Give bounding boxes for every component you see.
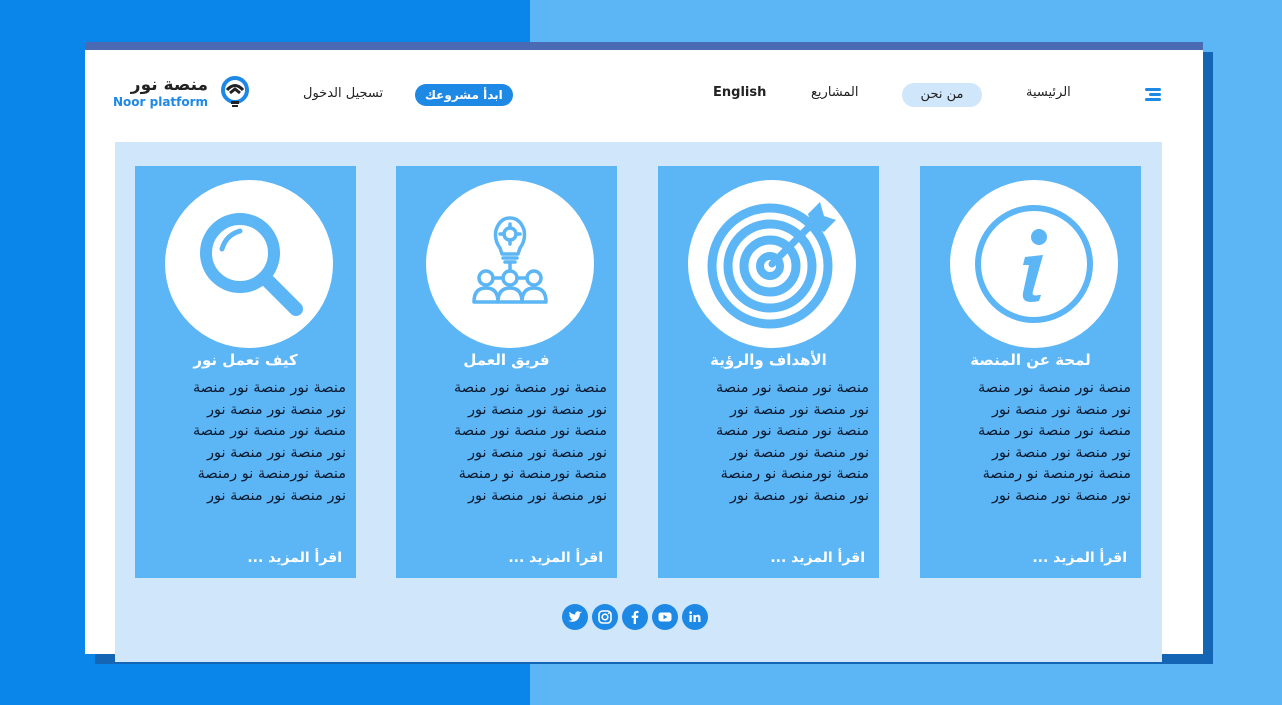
card-body: منصة نور منصة نور منصة نور منصة نور منصة… — [930, 378, 1131, 508]
card-body-line: منصة نورمنصة نو رمنصة — [982, 466, 1131, 483]
read-more-link[interactable]: اقرأ المزيد ... — [508, 550, 603, 566]
instagram-icon[interactable] — [592, 604, 618, 630]
card-body-line: نور منصة نور منصة نور — [729, 444, 869, 461]
card-body-line: منصة نور منصة نور منصة — [454, 380, 607, 396]
card-body-line: نور منصة نور منصة نور — [991, 487, 1131, 504]
card-body-line: نور منصة نور منصة نور — [467, 444, 607, 461]
nav-projects[interactable]: المشاريع — [811, 85, 858, 100]
card-body-line: نور منصة نور منصة نور — [206, 487, 346, 504]
start-project-button[interactable]: ابدأ مشروعك — [415, 84, 513, 106]
bulb-logo-icon — [221, 76, 250, 107]
card-body: منصة نور منصة نور منصة نور منصة نور منصة… — [668, 378, 869, 508]
card-body-line: منصة نور منصة نور منصة — [978, 380, 1131, 396]
card-body-line: منصة نور منصة نور منصة — [716, 380, 869, 396]
login-link[interactable]: تسجيل الدخول — [303, 86, 383, 101]
header: منصة نور Noor platform تسجيل الدخول ابدأ… — [85, 50, 1203, 142]
card-about-platform: لمحة عن المنصة منصة نور منصة نور منصة نو… — [920, 166, 1141, 578]
menu-icon[interactable] — [1145, 88, 1161, 102]
linkedin-icon[interactable] — [682, 604, 708, 630]
logo-name-en: Noor platform — [113, 94, 209, 109]
card-title: فريق العمل — [463, 351, 550, 369]
card-body-line: نور منصة نور منصة نور — [206, 444, 346, 461]
card-body-line: منصة نور منصة نور منصة — [193, 380, 346, 396]
card-icon-circle — [950, 180, 1118, 348]
card-team: فريق العمل منصة نور منصة نور منصة نور من… — [396, 166, 617, 578]
card-body-line: نور منصة نور منصة نور — [467, 401, 607, 418]
info-icon — [975, 205, 1093, 323]
logo[interactable]: منصة نور Noor platform — [113, 72, 252, 112]
read-more-link[interactable]: اقرأ المزيد ... — [1032, 550, 1127, 566]
card-icon-circle — [426, 180, 594, 348]
card-goals-vision: الأهداف والرؤية منصة نور منصة نور منصة ن… — [658, 166, 879, 578]
target-icon — [707, 202, 836, 329]
card-body-line: منصة نور منصة نور منصة — [716, 423, 869, 440]
card-body-line: منصة نورمنصة نو رمنصة — [458, 466, 607, 483]
card-body-line: نور منصة نور منصة نور — [991, 444, 1131, 461]
card-body-line: منصة نور منصة نور منصة — [193, 423, 346, 440]
search-icon — [200, 213, 303, 316]
read-more-link[interactable]: اقرأ المزيد ... — [770, 550, 865, 566]
card-body-line: نور منصة نور منصة نور — [206, 401, 346, 418]
card-body: منصة نور منصة نور منصة نور منصة نور منصة… — [145, 378, 346, 508]
card-how-it-works: كيف تعمل نور منصة نور منصة نور منصة نور … — [135, 166, 356, 578]
card-body-line: منصة نور منصة نور منصة — [978, 423, 1131, 440]
card-body-line: نور منصة نور منصة نور — [729, 401, 869, 418]
card-body-line: نور منصة نور منصة نور — [467, 487, 607, 504]
card-icon-circle — [165, 180, 333, 348]
card-body-line: نور منصة نور منصة نور — [991, 401, 1131, 418]
twitter-icon[interactable] — [562, 604, 588, 630]
content-panel: كيف تعمل نور منصة نور منصة نور منصة نور … — [115, 142, 1162, 662]
nav-english[interactable]: English — [713, 85, 766, 100]
read-more-link[interactable]: اقرأ المزيد ... — [247, 550, 342, 566]
card-body-line: منصة نورمنصة نو رمنصة — [197, 466, 346, 483]
browser-frame: منصة نور Noor platform تسجيل الدخول ابدأ… — [85, 42, 1203, 662]
team-icon — [472, 216, 548, 304]
card-body-line: منصة نور منصة نور منصة — [454, 423, 607, 440]
nav-about[interactable]: من نحن — [902, 83, 982, 107]
youtube-icon[interactable] — [652, 604, 678, 630]
logo-name-ar: منصة نور — [130, 74, 209, 95]
facebook-icon[interactable] — [622, 604, 648, 630]
card-title: لمحة عن المنصة — [970, 351, 1091, 369]
card-icon-circle — [688, 180, 856, 348]
card-body: منصة نور منصة نور منصة نور منصة نور منصة… — [406, 378, 607, 508]
social-links — [562, 604, 708, 630]
card-body-line: نور منصة نور منصة نور — [729, 487, 869, 504]
logo-text: منصة نور Noor platform — [113, 74, 209, 109]
card-body-line: منصة نورمنصة نو رمنصة — [720, 466, 869, 483]
nav-home[interactable]: الرئيسية — [1026, 85, 1071, 100]
card-title: كيف تعمل نور — [193, 351, 298, 369]
card-title: الأهداف والرؤية — [710, 351, 827, 369]
